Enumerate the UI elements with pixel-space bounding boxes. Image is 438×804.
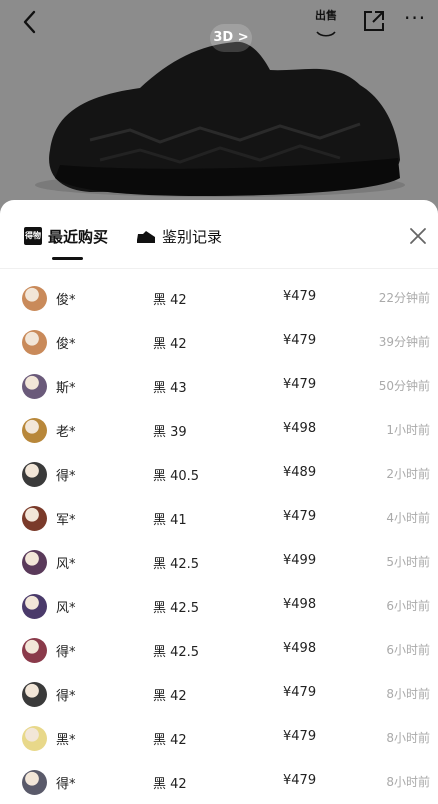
size-variant: 黑 42 bbox=[153, 777, 187, 792]
purchase-time: 1小时前 bbox=[386, 423, 430, 437]
purchase-time: 50分钟前 bbox=[378, 379, 430, 393]
purchase-row: 斯* 黑 43 ¥479 50分钟前 bbox=[0, 364, 438, 408]
chevron-left-icon bbox=[23, 10, 36, 34]
purchase-list: 俊* 黑 42 ¥479 22分钟前 俊* 黑 42 ¥479 39分钟前 斯* 黑 43 ¥479… bbox=[0, 276, 438, 804]
purchase-time: 22分钟前 bbox=[378, 291, 430, 305]
purchase-time: 8小时前 bbox=[386, 731, 430, 745]
price: ¥479 bbox=[283, 377, 317, 392]
avatar bbox=[22, 286, 47, 311]
purchase-time: 6小时前 bbox=[386, 643, 430, 657]
purchase-row: 俊* 黑 42 ¥479 39分钟前 bbox=[0, 320, 438, 364]
avatar bbox=[22, 330, 47, 355]
price: ¥498 bbox=[283, 597, 317, 612]
buyer-name: 俊* bbox=[56, 337, 76, 352]
buyer-name: 俊* bbox=[56, 293, 76, 308]
top-bar: 出售 ··· 3D > bbox=[0, 0, 438, 52]
avatar bbox=[22, 418, 47, 443]
buyer-name: 得* bbox=[56, 469, 76, 484]
size-variant: 黑 42 bbox=[153, 733, 187, 748]
avatar bbox=[22, 726, 47, 751]
purchase-time: 5小时前 bbox=[386, 555, 430, 569]
recent-purchases-sheet: 得物 最近购买 鉴别记录 俊* 黑 42 ¥479 22分钟前 俊* 黑 42 ¥479 39… bbox=[0, 200, 438, 800]
sell-label: 出售 bbox=[315, 9, 337, 22]
price: ¥479 bbox=[283, 685, 317, 700]
dewu-logo-icon: 得物 bbox=[24, 227, 42, 245]
avatar bbox=[22, 638, 47, 663]
size-variant: 黑 43 bbox=[153, 381, 187, 396]
avatar bbox=[22, 550, 47, 575]
price: ¥479 bbox=[283, 333, 317, 348]
sheet-tabs: 得物 最近购买 鉴别记录 bbox=[0, 200, 438, 269]
purchase-time: 2小时前 bbox=[386, 467, 430, 481]
buyer-name: 风* bbox=[56, 557, 76, 572]
price: ¥489 bbox=[283, 465, 317, 480]
share-button[interactable] bbox=[362, 9, 386, 33]
buyer-name: 斯* bbox=[56, 381, 76, 396]
purchase-row: 黑* 黑 42 ¥479 8小时前 bbox=[0, 716, 438, 760]
size-variant: 黑 42.5 bbox=[153, 601, 200, 616]
avatar bbox=[22, 374, 47, 399]
buyer-name: 得* bbox=[56, 689, 76, 704]
buyer-name: 老* bbox=[56, 425, 76, 440]
price: ¥479 bbox=[283, 773, 317, 788]
size-variant: 黑 42 bbox=[153, 337, 187, 352]
size-variant: 黑 39 bbox=[153, 425, 187, 440]
price: ¥498 bbox=[283, 641, 317, 656]
price: ¥479 bbox=[283, 289, 317, 304]
price: ¥499 bbox=[283, 553, 317, 568]
purchase-row: 得* 黑 42.5 ¥498 6小时前 bbox=[0, 628, 438, 672]
back-button[interactable] bbox=[18, 8, 44, 36]
close-button[interactable] bbox=[404, 222, 432, 250]
purchase-row: 风* 黑 42.5 ¥499 5小时前 bbox=[0, 540, 438, 584]
share-icon bbox=[364, 11, 384, 31]
size-variant: 黑 42.5 bbox=[153, 557, 200, 572]
buyer-name: 风* bbox=[56, 601, 76, 616]
purchase-time: 8小时前 bbox=[386, 687, 430, 701]
sell-button[interactable]: 出售 bbox=[312, 9, 340, 37]
purchase-row: 老* 黑 39 ¥498 1小时前 bbox=[0, 408, 438, 452]
avatar bbox=[22, 770, 47, 795]
tab-recent-purchases[interactable]: 得物 最近购买 bbox=[24, 222, 108, 250]
tab-authentication-records[interactable]: 鉴别记录 bbox=[136, 222, 222, 250]
size-variant: 黑 40.5 bbox=[153, 469, 200, 484]
size-variant: 黑 42 bbox=[153, 293, 187, 308]
purchase-row: 得* 黑 42 ¥479 8小时前 bbox=[0, 672, 438, 716]
sneaker-icon bbox=[137, 231, 155, 243]
purchase-row: 得* 黑 40.5 ¥489 2小时前 bbox=[0, 452, 438, 496]
tab-recent-label: 最近购买 bbox=[48, 227, 109, 246]
purchase-row: 风* 黑 42.5 ¥498 6小时前 bbox=[0, 584, 438, 628]
size-variant: 黑 42.5 bbox=[153, 645, 200, 660]
purchase-time: 8小时前 bbox=[386, 775, 430, 789]
size-variant: 黑 41 bbox=[153, 513, 187, 528]
avatar bbox=[22, 506, 47, 531]
view-3d-button[interactable]: 3D > bbox=[210, 24, 252, 52]
purchase-time: 39分钟前 bbox=[378, 335, 430, 349]
sell-icon bbox=[316, 31, 336, 37]
purchase-row: 军* 黑 41 ¥479 4小时前 bbox=[0, 496, 438, 540]
size-variant: 黑 42 bbox=[153, 689, 187, 704]
purchase-row: 得* 黑 42 ¥479 8小时前 bbox=[0, 760, 438, 804]
active-tab-indicator bbox=[52, 257, 83, 260]
buyer-name: 得* bbox=[56, 777, 76, 792]
price: ¥479 bbox=[283, 729, 317, 744]
more-button[interactable]: ··· bbox=[404, 8, 434, 32]
avatar bbox=[22, 462, 47, 487]
avatar bbox=[22, 594, 47, 619]
avatar bbox=[22, 682, 47, 707]
purchase-time: 6小时前 bbox=[386, 599, 430, 613]
close-icon bbox=[410, 228, 426, 244]
purchase-time: 4小时前 bbox=[386, 511, 430, 525]
price: ¥498 bbox=[283, 421, 317, 436]
more-icon: ··· bbox=[404, 6, 427, 30]
tab-auth-label: 鉴别记录 bbox=[162, 227, 223, 246]
buyer-name: 得* bbox=[56, 645, 76, 660]
price: ¥479 bbox=[283, 509, 317, 524]
purchase-row: 俊* 黑 42 ¥479 22分钟前 bbox=[0, 276, 438, 320]
buyer-name: 军* bbox=[56, 513, 76, 528]
buyer-name: 黑* bbox=[56, 733, 76, 748]
